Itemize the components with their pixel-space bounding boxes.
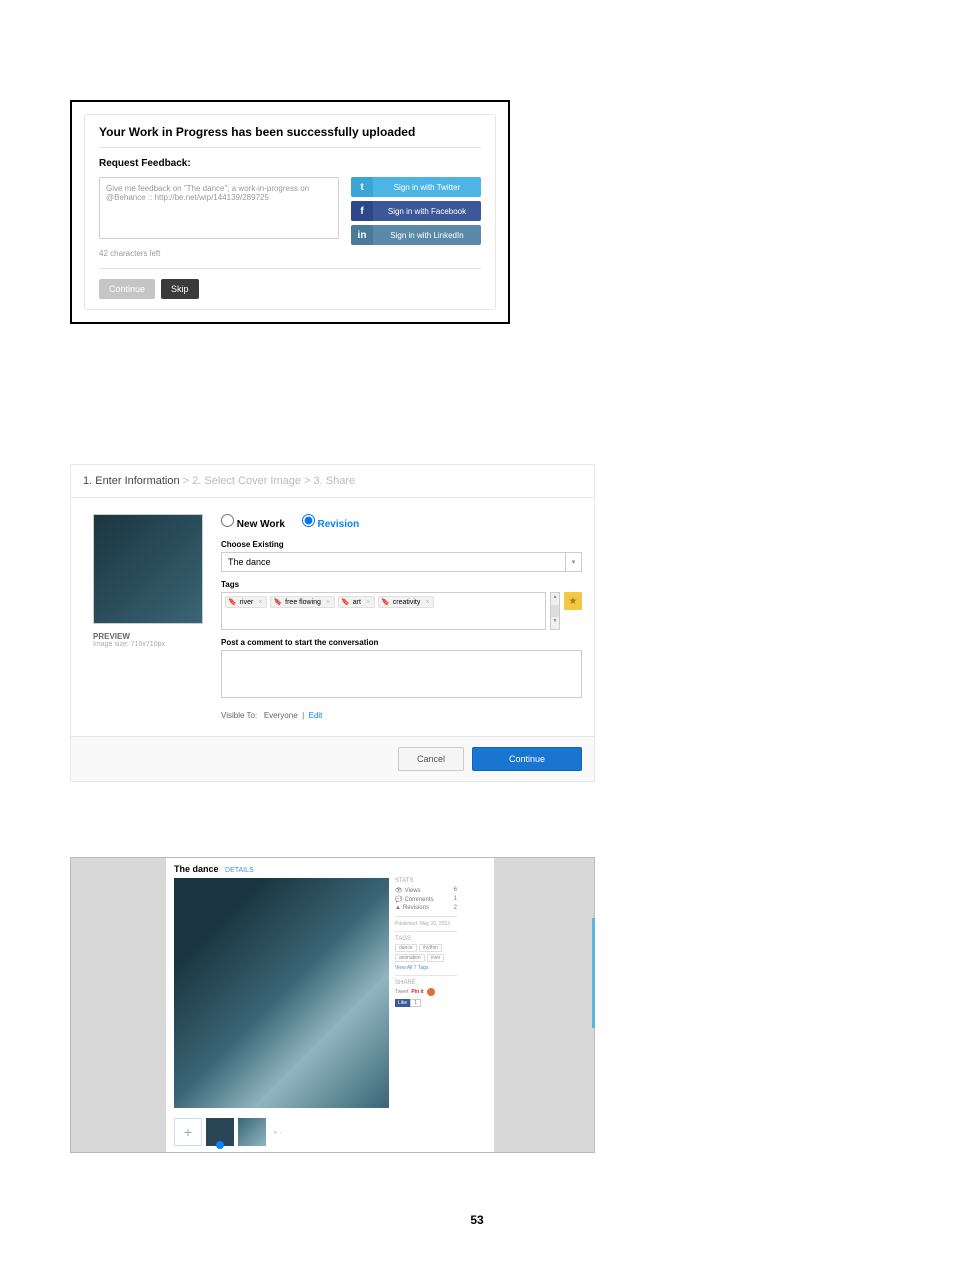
tag-chip[interactable]: dance [395, 944, 417, 952]
work-type-radios: New Work Revision [221, 514, 582, 530]
tag-chip[interactable]: river [427, 954, 445, 962]
twitter-icon: t [351, 177, 373, 197]
tag-item: 🔖free flowing× [270, 596, 335, 608]
like-button[interactable]: Like [395, 999, 410, 1007]
thumbnail-pager: • · [274, 1128, 282, 1137]
tag-item: 🔖creativity× [378, 596, 434, 608]
work-title: The dance DETAILS [174, 864, 486, 874]
scroll-indicator[interactable] [592, 918, 595, 1028]
left-gutter [71, 858, 166, 1152]
tag-icon: 🔖 [228, 598, 237, 606]
edit-visibility-link[interactable]: Edit [309, 711, 323, 720]
new-work-radio[interactable]: New Work [221, 519, 285, 530]
choose-existing-select[interactable]: The dance [221, 552, 566, 572]
comment-icon: 💬 [395, 897, 402, 903]
tag-icon: 🔖 [273, 598, 282, 606]
preview-image [93, 514, 203, 624]
pinit-button[interactable]: Pin it [411, 989, 423, 995]
visibility-row: Visible To: Everyone | Edit [221, 711, 582, 720]
linkedin-signin-button[interactable]: in Sign in with LinkedIn [351, 225, 481, 245]
preview-size: Image size: 710x710px [93, 641, 213, 648]
facebook-signin-button[interactable]: f Sign in with Facebook [351, 201, 481, 221]
tags-scrollbar[interactable]: ▴▾ [550, 592, 560, 630]
eye-icon: 👁 [395, 888, 403, 894]
chars-left: 42 characters left [99, 249, 481, 258]
tweet-button[interactable]: Tweet [395, 989, 408, 995]
crumb-step-3: 3. Share [314, 475, 356, 487]
crumb-step-2: 2. Select Cover Image [192, 475, 301, 487]
card: Your Work in Progress has been successfu… [84, 114, 496, 310]
comment-textarea[interactable] [221, 650, 582, 698]
published-date: Published: May 20, 2013 [395, 921, 457, 927]
request-feedback-label: Request Feedback: [99, 158, 481, 169]
share-header: SHARE [395, 980, 457, 986]
tags-label: Tags [221, 580, 582, 589]
chevron-down-icon[interactable]: ▾ [566, 552, 582, 572]
thumbnail-2[interactable] [238, 1118, 266, 1146]
cancel-button[interactable]: Cancel [398, 747, 464, 771]
breadcrumb: 1. Enter Information > 2. Select Cover I… [71, 465, 594, 498]
stat-comments: 💬Comments1 [395, 895, 457, 904]
twitter-signin-button[interactable]: t Sign in with Twitter [351, 177, 481, 197]
featured-star-button[interactable]: ★ [564, 592, 582, 610]
add-revision-button[interactable]: + [174, 1118, 202, 1146]
tag-item: 🔖river× [225, 596, 267, 608]
skip-button[interactable]: Skip [161, 279, 199, 299]
stats-header: STATS [395, 878, 457, 884]
comment-label: Post a comment to start the conversation [221, 638, 582, 647]
revision-radio[interactable]: Revision [302, 519, 359, 530]
tag-icon: 🔖 [341, 598, 350, 606]
like-count: 1 [410, 999, 421, 1007]
view-all-tags-link[interactable]: View All 7 Tags [395, 965, 457, 971]
thumbnail-1[interactable] [206, 1118, 234, 1146]
twitter-label: Sign in with Twitter [373, 183, 481, 192]
tags-input[interactable]: 🔖river× 🔖free flowing× 🔖art× 🔖creativity… [221, 592, 546, 630]
tag-item: 🔖art× [338, 596, 375, 608]
sidebar: STATS 👁Views6 💬Comments1 ▲Revisions2 Pub… [395, 878, 457, 1112]
feedback-textarea[interactable]: Give me feedback on "The dance", a work-… [99, 177, 339, 239]
revision-icon: ▲ [395, 905, 401, 911]
continue-button[interactable]: Continue [99, 279, 155, 299]
tag-remove-icon[interactable]: × [324, 599, 332, 606]
main-image [174, 878, 389, 1108]
tag-icon: 🔖 [381, 598, 390, 606]
upload-success-panel: Your Work in Progress has been successfu… [70, 100, 510, 324]
continue-button[interactable]: Continue [472, 747, 582, 771]
tag-remove-icon[interactable]: × [364, 599, 372, 606]
visibility-value: Everyone [264, 711, 298, 720]
panel-title: Your Work in Progress has been successfu… [99, 125, 481, 148]
tag-remove-icon[interactable]: × [423, 599, 431, 606]
page-number: 53 [70, 1213, 884, 1227]
facebook-label: Sign in with Facebook [373, 207, 481, 216]
stat-revisions: ▲Revisions2 [395, 904, 457, 912]
facebook-icon: f [351, 201, 373, 221]
tag-chip[interactable]: rhythm [419, 944, 442, 952]
right-gutter [494, 858, 594, 1152]
enter-information-panel: 1. Enter Information > 2. Select Cover I… [70, 464, 595, 782]
stat-views: 👁Views6 [395, 886, 457, 895]
work-detail-panel: The dance DETAILS STATS 👁Views6 💬Comment… [70, 857, 595, 1153]
tag-remove-icon[interactable]: × [256, 599, 264, 606]
preview-label: PREVIEW [93, 632, 213, 641]
social-buttons: t Sign in with Twitter f Sign in with Fa… [351, 177, 481, 245]
tags-header: TAGS [395, 936, 457, 942]
choose-existing-label: Choose Existing [221, 540, 582, 549]
pin-icon [427, 988, 435, 996]
linkedin-label: Sign in with LinkedIn [373, 231, 481, 240]
revision-thumbnails: + • · [174, 1118, 486, 1146]
status-link[interactable]: DETAILS [225, 867, 254, 874]
tag-chip[interactable]: animation [395, 954, 425, 962]
linkedin-icon: in [351, 225, 373, 245]
crumb-step-1: 1. Enter Information [83, 475, 180, 487]
